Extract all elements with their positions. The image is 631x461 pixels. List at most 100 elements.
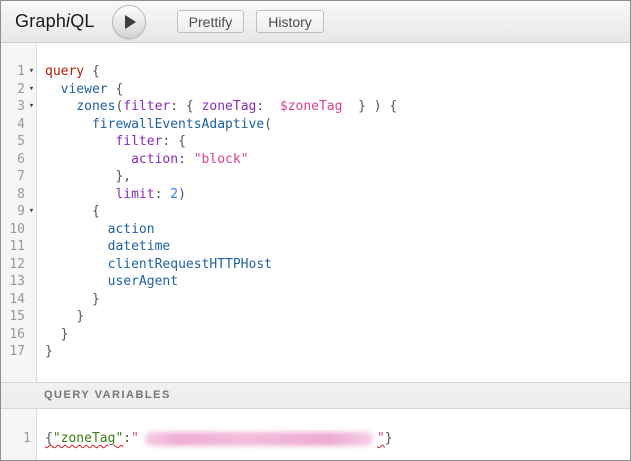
code-line[interactable]: 6 action: "block" [1,151,630,169]
code-token [45,204,92,219]
code-token [45,239,108,254]
fold-gutter-spacer [25,221,38,239]
code-token: ) [178,187,186,202]
fold-arrow-icon[interactable]: ▾ [25,98,38,116]
code-line[interactable]: 2▾ viewer { [1,81,630,99]
code-token: filter [123,99,170,114]
query-editor-lines: 1▾query {2▾ viewer {3▾ zones(filter: { z… [1,43,630,361]
fold-arrow-icon[interactable]: ▾ [25,203,38,221]
logo-text-ql: QL [70,11,94,31]
query-variables-header[interactable]: QUERY VARIABLES [1,382,630,409]
line-number: 6 [1,151,25,169]
code-token [45,327,61,342]
code-token: : [256,99,279,114]
code-line[interactable]: 7 }, [1,168,630,186]
toolbar: GraphiQL Prettify History [1,1,630,43]
code-token: } [385,431,393,446]
line-number: 11 [1,238,25,256]
code-text: query { [38,63,100,81]
graphiql-app-window: GraphiQL Prettify History 1▾query {2▾ vi… [0,0,631,461]
code-line[interactable]: 17} [1,343,630,361]
code-token: { [108,82,124,97]
code-line[interactable]: 5 filter: { [1,133,630,151]
code-token: action [108,222,155,237]
code-line[interactable]: 8 limit: 2) [1,186,630,204]
code-token [45,82,61,97]
code-text: limit: 2) [38,186,186,204]
fold-gutter-spacer [25,308,38,326]
code-token: }, [115,169,131,184]
code-text: datetime [38,238,170,256]
code-text: } [38,343,53,361]
code-token: } [61,327,69,342]
code-token: " [131,431,139,446]
line-number: 3 [1,98,25,116]
line-number: 7 [1,168,25,186]
code-token: } ) { [342,99,397,114]
code-line[interactable]: 13 userAgent [1,273,630,291]
line-number: 12 [1,256,25,274]
code-token [45,292,92,307]
code-line[interactable]: 4 firewallEventsAdaptive( [1,116,630,134]
code-line[interactable]: 9▾ { [1,203,630,221]
code-token: $zoneTag [280,99,343,114]
code-line[interactable]: 15 } [1,308,630,326]
graphiql-logo: GraphiQL [15,11,95,32]
fold-gutter-spacer [25,326,38,344]
code-token: query [45,64,84,79]
line-number: 8 [1,186,25,204]
code-line[interactable]: 3▾ zones(filter: { zoneTag: $zoneTag } )… [1,98,630,116]
code-token [45,169,115,184]
fold-gutter-spacer [25,238,38,256]
fold-gutter-spacer [25,186,38,204]
code-token [45,99,76,114]
line-number: 14 [1,291,25,309]
code-token [45,222,108,237]
code-token: "block" [194,152,249,167]
prettify-button[interactable]: Prettify [177,10,245,33]
play-icon [125,15,136,29]
code-token: { [84,64,100,79]
code-token: 2 [170,187,178,202]
code-line[interactable]: 11 datetime [1,238,630,256]
line-number: 13 [1,273,25,291]
code-text: }, [38,168,131,186]
code-line[interactable]: 14 } [1,291,630,309]
code-text: { [38,203,100,221]
query-variables-editor[interactable]: 1 {"zoneTag":""} [1,409,630,460]
code-token: action [131,152,178,167]
code-token: limit [115,187,154,202]
fold-gutter-spacer [25,343,38,361]
fold-gutter-spacer [25,116,38,134]
line-number: 2 [1,81,25,99]
code-token [45,257,108,272]
line-number: 5 [1,133,25,151]
execute-query-button[interactable] [112,5,146,39]
fold-arrow-icon[interactable]: ▾ [25,81,38,99]
code-line[interactable]: 10 action [1,221,630,239]
code-token: userAgent [108,274,178,289]
line-number: 17 [1,343,25,361]
code-line[interactable]: 12 clientRequestHTTPHost [1,256,630,274]
code-token [45,134,115,149]
code-line[interactable]: 1▾query { [1,63,630,81]
code-text: filter: { [38,133,186,151]
variables-line[interactable]: 1 {"zoneTag":""} [1,430,630,448]
query-editor[interactable]: 1▾query {2▾ viewer {3▾ zones(filter: { z… [1,43,630,382]
code-text: clientRequestHTTPHost [38,256,272,274]
line-number: 10 [1,221,25,239]
line-number: 1 [1,430,31,448]
code-token: viewer [61,82,108,97]
line-number: 4 [1,116,25,134]
code-line[interactable]: 16 } [1,326,630,344]
fold-gutter-spacer [25,291,38,309]
code-token: zoneTag [202,99,257,114]
code-token: zones [76,99,115,114]
code-token: } [45,344,53,359]
code-token: "zoneTag" [53,431,123,446]
variables-json-text: {"zoneTag":""} [38,430,393,448]
code-token: clientRequestHTTPHost [108,257,272,272]
fold-arrow-icon[interactable]: ▾ [25,63,38,81]
code-text: action: "block" [38,151,249,169]
history-button[interactable]: History [256,10,324,33]
